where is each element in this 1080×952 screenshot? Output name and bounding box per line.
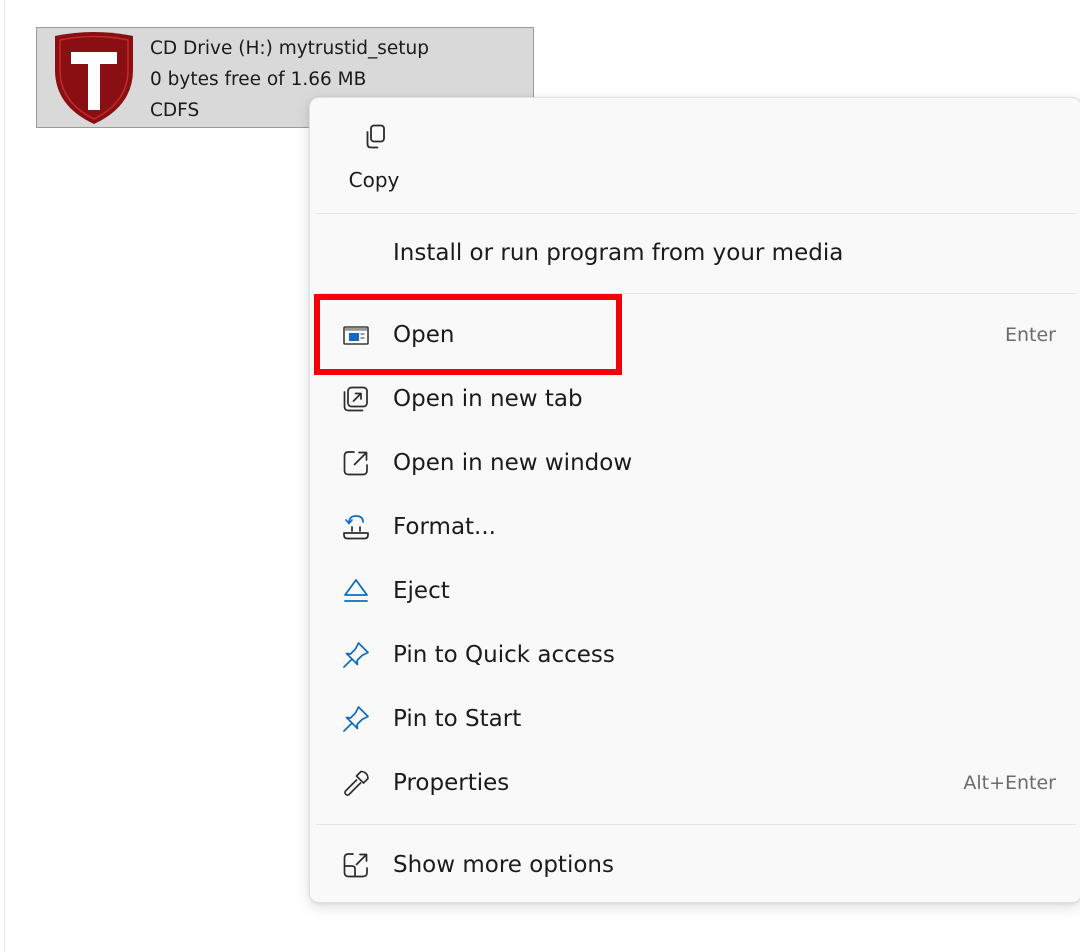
drive-space: 0 bytes free of 1.66 MB <box>150 69 367 90</box>
open-in-new-window-label: Open in new window <box>393 450 633 476</box>
format-icon <box>343 515 369 540</box>
properties-shortcut: Alt+Enter <box>963 772 1056 794</box>
context-menu: Copy Install or run program from your me… <box>309 97 1080 903</box>
copy-icon <box>366 124 385 149</box>
open-in-new-window-item[interactable]: Open in new window <box>316 433 1076 493</box>
new-tab-icon <box>343 386 368 412</box>
menu-separator <box>316 213 1076 214</box>
pin-to-quick-access-item[interactable]: Pin to Quick access <box>316 625 1076 685</box>
pin-to-start-label: Pin to Start <box>393 706 522 732</box>
wrench-icon <box>344 770 369 796</box>
install-run-item[interactable]: Install or run program from your media <box>316 223 1076 283</box>
copy-button[interactable]: Copy <box>335 114 413 206</box>
new-window-icon <box>343 451 368 476</box>
pin-icon <box>343 642 369 668</box>
pin-to-start-item[interactable]: Pin to Start <box>316 689 1076 749</box>
eject-item[interactable]: Eject <box>316 561 1076 621</box>
properties-item[interactable]: Properties Alt+Enter <box>316 753 1076 813</box>
show-more-options-label: Show more options <box>393 852 614 878</box>
install-run-label: Install or run program from your media <box>393 240 844 266</box>
open-in-new-tab-label: Open in new tab <box>393 386 583 412</box>
trustid-shield-icon <box>55 32 133 124</box>
format-label: Format... <box>393 514 496 540</box>
open-label: Open <box>393 322 455 348</box>
pin-icon <box>343 706 369 732</box>
desktop-page: CD Drive (H:) mytrustid_setup 0 bytes fr… <box>0 0 1080 952</box>
open-item[interactable]: Open Enter <box>316 305 1076 365</box>
eject-label: Eject <box>393 578 450 604</box>
eject-icon <box>344 579 368 602</box>
copy-label: Copy <box>348 168 400 192</box>
open-in-new-tab-item[interactable]: Open in new tab <box>316 369 1076 429</box>
menu-separator <box>316 824 1076 825</box>
drive-name: CD Drive (H:) mytrustid_setup <box>150 38 430 59</box>
open-window-icon <box>343 326 369 345</box>
window-edge <box>4 0 5 952</box>
show-more-options-item[interactable]: Show more options <box>316 835 1076 895</box>
pin-to-quick-access-label: Pin to Quick access <box>393 642 615 668</box>
menu-separator <box>316 293 1076 294</box>
format-item[interactable]: Format... <box>316 497 1076 557</box>
open-shortcut: Enter <box>1005 324 1056 346</box>
show-more-icon <box>343 853 368 878</box>
properties-label: Properties <box>393 770 510 796</box>
